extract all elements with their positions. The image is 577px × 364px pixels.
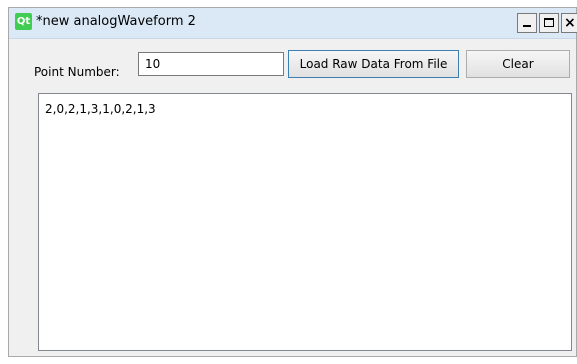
qt-logo-icon: Qt [15, 13, 32, 30]
minimize-icon [523, 25, 531, 27]
title-bar[interactable]: Qt *new analogWaveform 2 × [9, 8, 577, 39]
minimize-button[interactable] [517, 13, 537, 33]
close-button[interactable]: × [561, 13, 577, 33]
point-number-input[interactable]: 10 [138, 52, 284, 76]
load-raw-data-button[interactable]: Load Raw Data From File [288, 50, 459, 78]
point-number-label: Point Number: [34, 65, 120, 79]
maximize-icon [544, 18, 554, 27]
close-icon: × [564, 15, 576, 31]
raw-data-textarea[interactable]: 2,0,2,1,3,1,0,2,1,3 [38, 93, 572, 351]
clear-button[interactable]: Clear [466, 50, 570, 78]
maximize-button[interactable] [539, 13, 559, 33]
app-window: Qt *new analogWaveform 2 × Point Number:… [8, 7, 577, 357]
window-title: *new analogWaveform 2 [36, 14, 196, 29]
